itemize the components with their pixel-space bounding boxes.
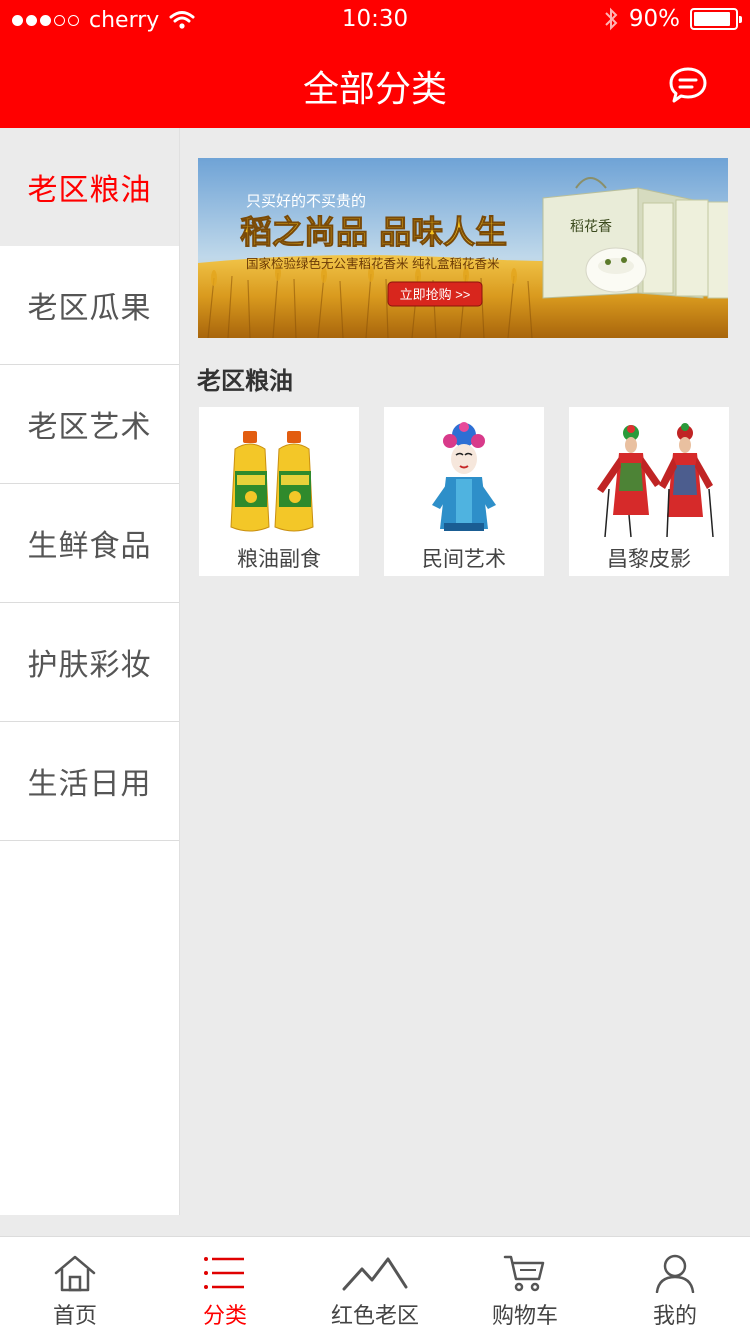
user-icon bbox=[655, 1254, 695, 1293]
chat-bubble-icon bbox=[669, 67, 707, 103]
sidebar-item-art[interactable]: 老区艺术 bbox=[0, 365, 179, 484]
svg-text:立即抢购 >>: 立即抢购 >> bbox=[400, 287, 471, 302]
tab-category[interactable]: 分类 bbox=[150, 1237, 300, 1334]
category-sidebar: 老区粮油 老区瓜果 老区艺术 生鲜食品 护肤彩妆 生活日用 bbox=[0, 128, 180, 1215]
battery-icon bbox=[690, 8, 742, 30]
svg-text:稻花香: 稻花香 bbox=[570, 219, 612, 235]
category-card-shadow-puppet[interactable]: 昌黎皮影 bbox=[569, 407, 729, 576]
tab-home[interactable]: 首页 bbox=[0, 1237, 150, 1334]
page-title: 全部分类 bbox=[302, 69, 447, 110]
tab-red-region[interactable]: 红色老区 bbox=[300, 1237, 450, 1334]
svg-text:只买好的不买贵的: 只买好的不买贵的 bbox=[246, 193, 366, 210]
tab-label: 我的 bbox=[652, 1304, 697, 1329]
sidebar-item-skincare[interactable]: 护肤彩妆 bbox=[0, 603, 179, 722]
message-button[interactable] bbox=[666, 64, 710, 108]
bottom-tab-bar: 首页 分类 红色老区 购物车 我的 bbox=[0, 1236, 750, 1334]
category-card-folk-art[interactable]: 民间艺术 bbox=[384, 407, 544, 576]
tab-label: 红色老区 bbox=[330, 1304, 419, 1329]
tab-label: 首页 bbox=[52, 1304, 97, 1329]
sidebar-item-fresh-food[interactable]: 生鲜食品 bbox=[0, 484, 179, 603]
mountain-icon bbox=[342, 1257, 408, 1291]
category-card-label: 民间艺术 bbox=[422, 547, 506, 571]
home-icon bbox=[54, 1255, 96, 1292]
bluetooth-icon bbox=[605, 7, 618, 31]
tab-cart[interactable]: 购物车 bbox=[450, 1237, 600, 1334]
svg-text:稻之尚品 品味人生: 稻之尚品 品味人生 bbox=[240, 213, 507, 251]
promo-banner[interactable]: 稻花香 只买好的不买贵的 稻之尚品 品味人生 国家检验绿色无公害稻花香米 纯礼盒… bbox=[198, 158, 728, 338]
sidebar-item-grain-oil[interactable]: 老区粮油 bbox=[0, 128, 179, 246]
battery-percent: 90% bbox=[628, 6, 680, 32]
sidebar-item-fruits[interactable]: 老区瓜果 bbox=[0, 246, 179, 365]
status-bar: cherry 10:30 90% bbox=[0, 0, 750, 40]
opera-doll-image bbox=[432, 422, 496, 531]
tab-label: 分类 bbox=[202, 1304, 247, 1329]
sidebar-item-daily-use[interactable]: 生活日用 bbox=[0, 722, 179, 841]
tab-mine[interactable]: 我的 bbox=[600, 1237, 750, 1334]
category-card-grain-oil[interactable]: 粮油副食 bbox=[199, 407, 359, 576]
list-icon bbox=[204, 1257, 244, 1289]
category-card-label: 昌黎皮影 bbox=[607, 547, 691, 571]
nav-bar: 全部分类 bbox=[0, 40, 750, 128]
cooking-oil-bottles-image bbox=[230, 431, 314, 532]
shadow-puppets-image bbox=[597, 423, 714, 538]
tab-label: 购物车 bbox=[491, 1304, 558, 1329]
category-card-label: 粮油副食 bbox=[237, 547, 321, 571]
svg-text:国家检验绿色无公害稻花香米 纯礼盒稻花香米: 国家检验绿色无公害稻花香米 纯礼盒稻花香米 bbox=[246, 256, 500, 271]
banner-image: 稻花香 只买好的不买贵的 稻之尚品 品味人生 国家检验绿色无公害稻花香米 纯礼盒… bbox=[198, 158, 728, 338]
section-title: 老区粮油 bbox=[197, 367, 293, 395]
cart-icon bbox=[503, 1255, 545, 1292]
